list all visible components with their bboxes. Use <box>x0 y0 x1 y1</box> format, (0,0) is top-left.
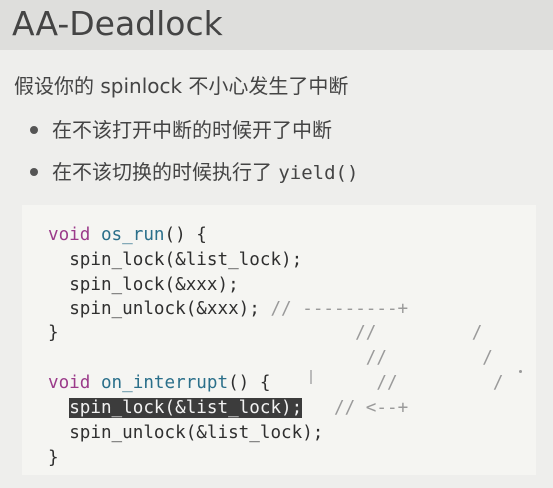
code-line: void on_interrupt() { // / <box>48 371 504 395</box>
slide-subtitle: 假设你的 spinlock 不小心发生了中断 <box>14 74 349 98</box>
code-text: () { <box>164 225 207 245</box>
speck-mark <box>519 370 522 373</box>
code-text: } <box>48 323 59 343</box>
code-text: spin_lock(&xxx); <box>69 275 239 295</box>
bullet-dot-icon <box>30 167 38 176</box>
code-line: spin_unlock(&xxx); // ---------+ <box>48 297 408 321</box>
text-cursor-mark <box>310 370 312 384</box>
code-line: spin_lock(&xxx); <box>48 273 239 297</box>
code-comment: // ---------+ <box>259 299 409 319</box>
code-comment: // <--+ <box>302 398 409 418</box>
code-text: } <box>48 448 59 468</box>
code-text: () { <box>228 373 271 393</box>
bullet-dot-icon <box>30 125 38 134</box>
code-line: // / <box>48 346 493 370</box>
code-line: spin_unlock(&list_lock); <box>48 421 323 445</box>
code-text: spin_unlock(&list_lock); <box>69 423 324 443</box>
code-comment: // / <box>48 348 493 368</box>
code-comment: // / <box>270 373 504 393</box>
code-line: spin_lock(&list_lock); <box>48 248 302 272</box>
slide-title: AA-Deadlock <box>12 4 223 43</box>
bullet-text: 在不该打开中断的时候开了中断 <box>52 118 332 142</box>
code-line: } // / <box>48 321 482 345</box>
code-highlight: spin_lock(&list_lock); <box>69 398 303 418</box>
code-text: spin_lock(&list_lock); <box>69 250 303 270</box>
code-line: spin_lock(&list_lock); // <--+ <box>48 396 408 420</box>
code-line: } <box>48 446 59 470</box>
bullet-text: 在不该切换的时候执行了 <box>52 160 279 184</box>
bullet-item: 在不该打开中断的时候开了中断 <box>30 114 332 143</box>
code-comment: // / <box>58 323 483 343</box>
code-text: spin_unlock(&xxx); <box>69 299 260 319</box>
code-function-name: os_run <box>100 225 165 245</box>
bullet-item: 在不该切换的时候执行了 yield() <box>30 156 358 185</box>
code-keyword: void <box>48 373 91 393</box>
code-keyword: void <box>48 225 91 245</box>
bullet-code: yield() <box>278 162 359 184</box>
code-function-name: on_interrupt <box>100 373 229 393</box>
code-line: void os_run() { <box>48 223 207 247</box>
